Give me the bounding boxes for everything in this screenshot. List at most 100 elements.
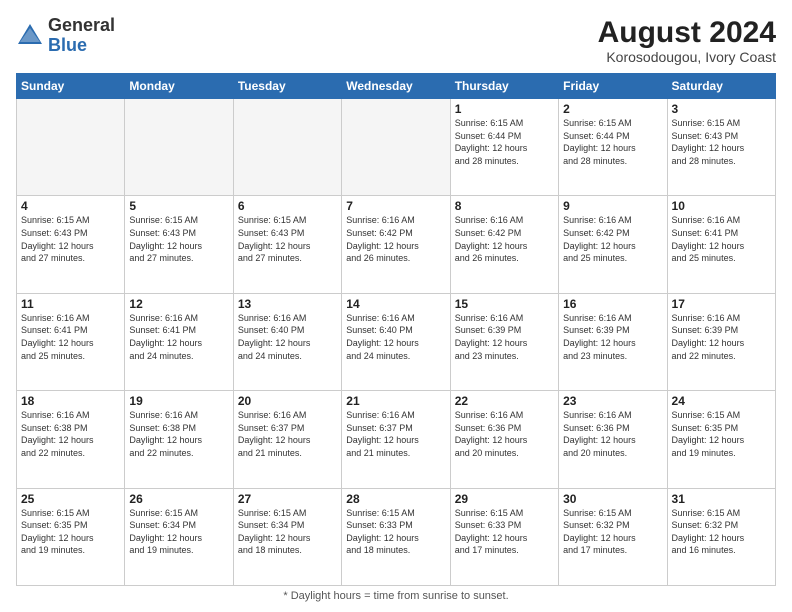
- day-number: 27: [238, 492, 337, 506]
- day-number: 23: [563, 394, 662, 408]
- day-info: Sunrise: 6:16 AM Sunset: 6:41 PM Dayligh…: [21, 312, 120, 362]
- day-number: 25: [21, 492, 120, 506]
- day-cell-10: 10Sunrise: 6:16 AM Sunset: 6:41 PM Dayli…: [667, 196, 775, 293]
- day-info: Sunrise: 6:16 AM Sunset: 6:42 PM Dayligh…: [563, 214, 662, 264]
- footer-note-text: Daylight hours: [291, 590, 361, 602]
- day-cell-8: 8Sunrise: 6:16 AM Sunset: 6:42 PM Daylig…: [450, 196, 558, 293]
- day-cell-20: 20Sunrise: 6:16 AM Sunset: 6:37 PM Dayli…: [233, 391, 341, 488]
- day-number: 6: [238, 199, 337, 213]
- day-number: 16: [563, 297, 662, 311]
- day-info: Sunrise: 6:15 AM Sunset: 6:44 PM Dayligh…: [563, 117, 662, 167]
- day-cell-15: 15Sunrise: 6:16 AM Sunset: 6:39 PM Dayli…: [450, 293, 558, 390]
- logo-blue-text: Blue: [48, 35, 87, 55]
- day-info: Sunrise: 6:16 AM Sunset: 6:42 PM Dayligh…: [346, 214, 445, 264]
- day-number: 4: [21, 199, 120, 213]
- week-row-5: 25Sunrise: 6:15 AM Sunset: 6:35 PM Dayli…: [17, 488, 776, 585]
- weekday-header-thursday: Thursday: [450, 74, 558, 99]
- day-info: Sunrise: 6:16 AM Sunset: 6:38 PM Dayligh…: [21, 409, 120, 459]
- logo-general-text: General: [48, 15, 115, 35]
- day-cell-11: 11Sunrise: 6:16 AM Sunset: 6:41 PM Dayli…: [17, 293, 125, 390]
- day-cell-14: 14Sunrise: 6:16 AM Sunset: 6:40 PM Dayli…: [342, 293, 450, 390]
- day-number: 12: [129, 297, 228, 311]
- empty-cell: [233, 99, 341, 196]
- day-info: Sunrise: 6:15 AM Sunset: 6:32 PM Dayligh…: [672, 507, 771, 557]
- weekday-header-monday: Monday: [125, 74, 233, 99]
- logo-text: General Blue: [48, 16, 115, 56]
- day-number: 28: [346, 492, 445, 506]
- day-cell-9: 9Sunrise: 6:16 AM Sunset: 6:42 PM Daylig…: [559, 196, 667, 293]
- day-cell-1: 1Sunrise: 6:15 AM Sunset: 6:44 PM Daylig…: [450, 99, 558, 196]
- day-number: 21: [346, 394, 445, 408]
- day-info: Sunrise: 6:16 AM Sunset: 6:37 PM Dayligh…: [346, 409, 445, 459]
- day-cell-31: 31Sunrise: 6:15 AM Sunset: 6:32 PM Dayli…: [667, 488, 775, 585]
- calendar-table: SundayMondayTuesdayWednesdayThursdayFrid…: [16, 73, 776, 586]
- day-cell-5: 5Sunrise: 6:15 AM Sunset: 6:43 PM Daylig…: [125, 196, 233, 293]
- day-number: 9: [563, 199, 662, 213]
- day-info: Sunrise: 6:15 AM Sunset: 6:43 PM Dayligh…: [238, 214, 337, 264]
- day-number: 2: [563, 102, 662, 116]
- empty-cell: [342, 99, 450, 196]
- day-info: Sunrise: 6:16 AM Sunset: 6:42 PM Dayligh…: [455, 214, 554, 264]
- day-number: 19: [129, 394, 228, 408]
- day-number: 11: [21, 297, 120, 311]
- day-cell-24: 24Sunrise: 6:15 AM Sunset: 6:35 PM Dayli…: [667, 391, 775, 488]
- page: General Blue August 2024 Korosodougou, I…: [0, 0, 792, 612]
- title-block: August 2024 Korosodougou, Ivory Coast: [598, 16, 776, 65]
- day-info: Sunrise: 6:16 AM Sunset: 6:39 PM Dayligh…: [563, 312, 662, 362]
- day-number: 10: [672, 199, 771, 213]
- day-cell-19: 19Sunrise: 6:16 AM Sunset: 6:38 PM Dayli…: [125, 391, 233, 488]
- location: Korosodougou, Ivory Coast: [598, 49, 776, 65]
- day-info: Sunrise: 6:16 AM Sunset: 6:39 PM Dayligh…: [672, 312, 771, 362]
- day-info: Sunrise: 6:15 AM Sunset: 6:32 PM Dayligh…: [563, 507, 662, 557]
- day-number: 24: [672, 394, 771, 408]
- day-number: 7: [346, 199, 445, 213]
- weekday-header-friday: Friday: [559, 74, 667, 99]
- day-number: 18: [21, 394, 120, 408]
- month-year: August 2024: [598, 16, 776, 49]
- logo: General Blue: [16, 16, 115, 56]
- day-cell-22: 22Sunrise: 6:16 AM Sunset: 6:36 PM Dayli…: [450, 391, 558, 488]
- day-number: 15: [455, 297, 554, 311]
- day-number: 20: [238, 394, 337, 408]
- weekday-header-sunday: Sunday: [17, 74, 125, 99]
- day-number: 26: [129, 492, 228, 506]
- day-number: 31: [672, 492, 771, 506]
- day-cell-29: 29Sunrise: 6:15 AM Sunset: 6:33 PM Dayli…: [450, 488, 558, 585]
- day-cell-3: 3Sunrise: 6:15 AM Sunset: 6:43 PM Daylig…: [667, 99, 775, 196]
- day-cell-27: 27Sunrise: 6:15 AM Sunset: 6:34 PM Dayli…: [233, 488, 341, 585]
- day-info: Sunrise: 6:15 AM Sunset: 6:33 PM Dayligh…: [346, 507, 445, 557]
- day-info: Sunrise: 6:15 AM Sunset: 6:34 PM Dayligh…: [129, 507, 228, 557]
- day-cell-12: 12Sunrise: 6:16 AM Sunset: 6:41 PM Dayli…: [125, 293, 233, 390]
- day-number: 5: [129, 199, 228, 213]
- header: General Blue August 2024 Korosodougou, I…: [16, 16, 776, 65]
- day-info: Sunrise: 6:15 AM Sunset: 6:35 PM Dayligh…: [21, 507, 120, 557]
- weekday-header-saturday: Saturday: [667, 74, 775, 99]
- week-row-4: 18Sunrise: 6:16 AM Sunset: 6:38 PM Dayli…: [17, 391, 776, 488]
- empty-cell: [125, 99, 233, 196]
- day-cell-17: 17Sunrise: 6:16 AM Sunset: 6:39 PM Dayli…: [667, 293, 775, 390]
- day-number: 22: [455, 394, 554, 408]
- week-row-2: 4 Sunrise: 6:15 AM Sunset: 6:43 PM Daylig…: [17, 196, 776, 293]
- day-number: 3: [672, 102, 771, 116]
- day-info: Sunrise: 6:15 AM Sunset: 6:43 PM Dayligh…: [129, 214, 228, 264]
- day-info: Sunrise: 6:15 AM Sunset: 6:34 PM Dayligh…: [238, 507, 337, 557]
- day-number: 17: [672, 297, 771, 311]
- weekday-header-tuesday: Tuesday: [233, 74, 341, 99]
- day-cell-2: 2Sunrise: 6:15 AM Sunset: 6:44 PM Daylig…: [559, 99, 667, 196]
- day-cell-16: 16Sunrise: 6:16 AM Sunset: 6:39 PM Dayli…: [559, 293, 667, 390]
- day-info: Sunrise: 6:15 AM Sunset: 6:33 PM Dayligh…: [455, 507, 554, 557]
- weekday-header-wednesday: Wednesday: [342, 74, 450, 99]
- day-info: Sunrise: 6:15 AM Sunset: 6:43 PM Dayligh…: [672, 117, 771, 167]
- day-cell-26: 26Sunrise: 6:15 AM Sunset: 6:34 PM Dayli…: [125, 488, 233, 585]
- day-cell-25: 25Sunrise: 6:15 AM Sunset: 6:35 PM Dayli…: [17, 488, 125, 585]
- day-info: Sunrise: 6:16 AM Sunset: 6:40 PM Dayligh…: [346, 312, 445, 362]
- weekday-header-row: SundayMondayTuesdayWednesdayThursdayFrid…: [17, 74, 776, 99]
- logo-icon: [16, 22, 44, 50]
- footer-note: * Daylight hours = time from sunrise to …: [16, 590, 776, 602]
- week-row-1: 1Sunrise: 6:15 AM Sunset: 6:44 PM Daylig…: [17, 99, 776, 196]
- week-row-3: 11Sunrise: 6:16 AM Sunset: 6:41 PM Dayli…: [17, 293, 776, 390]
- empty-cell: [17, 99, 125, 196]
- day-cell-7: 7Sunrise: 6:16 AM Sunset: 6:42 PM Daylig…: [342, 196, 450, 293]
- day-cell-13: 13Sunrise: 6:16 AM Sunset: 6:40 PM Dayli…: [233, 293, 341, 390]
- day-info: Sunrise: 6:16 AM Sunset: 6:41 PM Dayligh…: [672, 214, 771, 264]
